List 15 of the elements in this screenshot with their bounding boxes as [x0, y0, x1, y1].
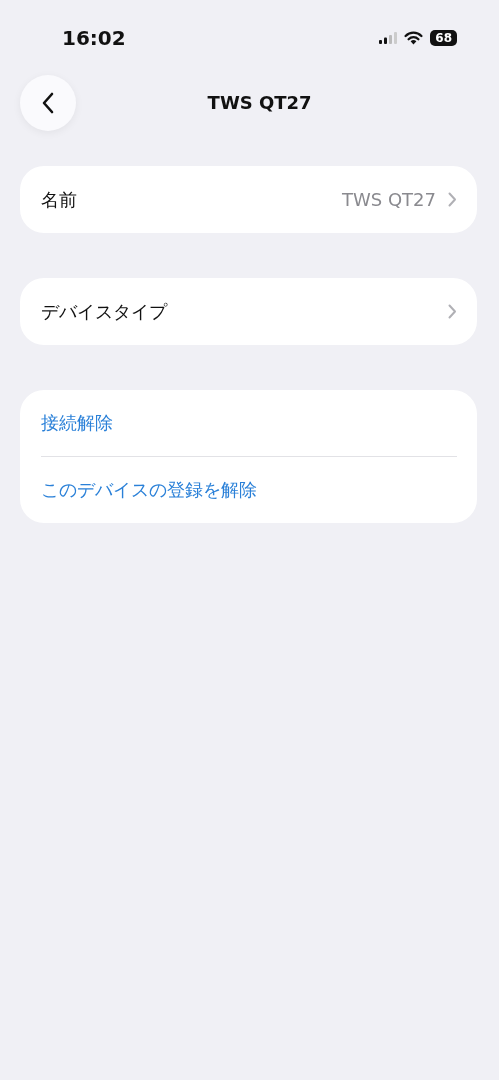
page-title: TWS QT27	[207, 92, 312, 113]
wifi-icon	[404, 30, 424, 45]
action-link[interactable]: このデバイスの登録を解除	[41, 457, 457, 523]
battery-level: 68	[430, 29, 457, 46]
signal-icon	[379, 31, 398, 44]
row-value: TWS QT27	[342, 189, 436, 210]
status-time: 16:02	[62, 25, 126, 50]
row-label: デバイスタイプ	[41, 299, 167, 324]
row-label: 名前	[41, 187, 77, 212]
chevron-right-icon	[448, 304, 457, 319]
settings-row[interactable]: デバイスタイプ	[20, 278, 477, 345]
action-link[interactable]: 接続解除	[41, 390, 457, 456]
settings-row[interactable]: 名前 TWS QT27	[20, 166, 477, 233]
chevron-right-icon	[448, 192, 457, 207]
back-chevron-icon	[41, 90, 55, 115]
